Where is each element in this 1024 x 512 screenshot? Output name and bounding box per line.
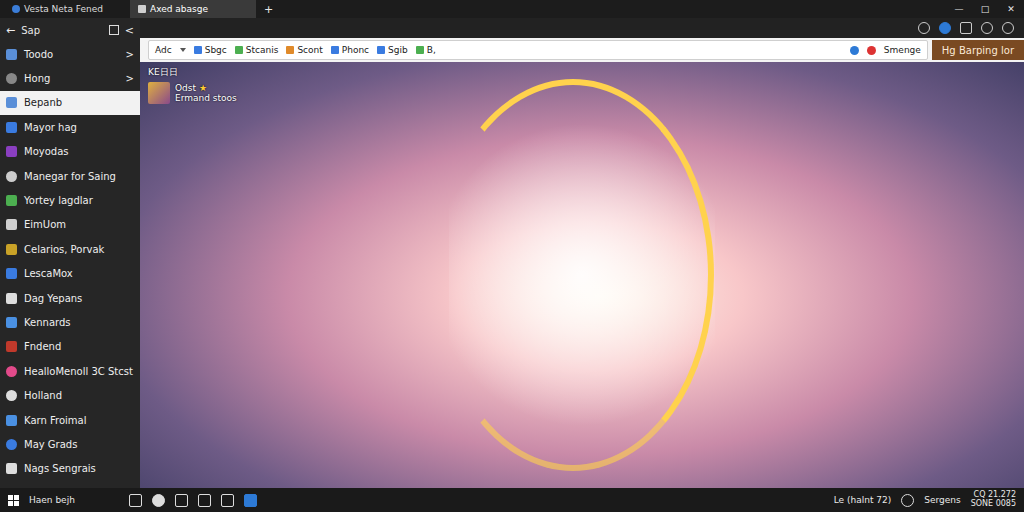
artwork: KE日日Odst ★Ermand stoos bbox=[140, 62, 1024, 488]
light-burst bbox=[449, 105, 714, 446]
title-bar: Vesta Neta FenedAxed abasge+ —□✕ bbox=[0, 0, 1024, 18]
app-icon[interactable] bbox=[152, 494, 165, 507]
site-icon bbox=[138, 5, 146, 13]
sidebar-item[interactable]: May Grads bbox=[0, 432, 140, 456]
chevron-icon: > bbox=[126, 73, 134, 84]
sidebar-item[interactable]: Dag Yepans bbox=[0, 286, 140, 310]
globe-icon[interactable] bbox=[939, 22, 951, 34]
sidebar-item[interactable]: Moyodas bbox=[0, 140, 140, 164]
panel-icon[interactable] bbox=[109, 25, 119, 35]
menu-button[interactable]: Smenge bbox=[884, 45, 921, 55]
bookmark-icon bbox=[331, 46, 339, 54]
item-icon bbox=[6, 97, 17, 108]
bookmark[interactable]: Stcanis bbox=[235, 45, 279, 55]
item-icon bbox=[6, 439, 17, 450]
sidebar-item[interactable]: HealloMenoll 3C Stcst bbox=[0, 359, 140, 383]
main-area: AdcSbgcStcanisScontPhoncSgibB,SmengeHg B… bbox=[140, 18, 1024, 488]
new-tab-button[interactable]: + bbox=[256, 3, 281, 16]
dropdown-icon bbox=[180, 48, 186, 52]
chevron-icon: > bbox=[126, 49, 134, 60]
sidebar-item[interactable]: Hong> bbox=[0, 66, 140, 90]
bookmark-field[interactable]: AdcSbgcStcanisScontPhoncSgibB,Smenge bbox=[148, 40, 928, 60]
avatar-icon bbox=[148, 82, 170, 104]
sidebar-item[interactable]: LescaMox bbox=[0, 262, 140, 286]
item-icon bbox=[6, 341, 17, 352]
app-icon[interactable] bbox=[221, 494, 234, 507]
collapse-button[interactable]: < bbox=[125, 24, 134, 37]
sidebar-item[interactable]: Kennards bbox=[0, 310, 140, 334]
user-icon bbox=[901, 494, 914, 507]
sidebar-title: Sap bbox=[21, 25, 40, 36]
item-icon bbox=[6, 195, 17, 206]
info-icon[interactable] bbox=[918, 22, 930, 34]
site-icon bbox=[12, 5, 20, 13]
item-icon bbox=[6, 463, 17, 474]
tray-user[interactable]: Sergens bbox=[924, 495, 960, 505]
item-icon bbox=[6, 49, 17, 60]
bookmark-icon bbox=[377, 46, 385, 54]
slash-arc bbox=[432, 79, 714, 471]
item-icon bbox=[6, 122, 17, 133]
channel-overlay: KE日日Odst ★Ermand stoos bbox=[148, 66, 237, 104]
app-icon[interactable] bbox=[198, 494, 211, 507]
bookmark[interactable]: Sgib bbox=[377, 45, 408, 55]
window-control-button[interactable]: ✕ bbox=[998, 4, 1024, 14]
item-icon bbox=[6, 415, 17, 426]
bookmark-icon bbox=[194, 46, 202, 54]
bookmark-icon bbox=[286, 46, 294, 54]
item-icon bbox=[6, 146, 17, 157]
toolbar bbox=[140, 18, 1024, 38]
bookmark[interactable]: B, bbox=[416, 45, 436, 55]
sidebar-item[interactable]: EimUom bbox=[0, 213, 140, 237]
window-control-button[interactable]: — bbox=[946, 4, 972, 14]
taskbar: Haen bejh Le (halnt 72) Sergens CQ 21.272SO… bbox=[0, 488, 1024, 512]
browser-tab[interactable]: Axed abasge bbox=[130, 0, 256, 18]
item-icon bbox=[6, 390, 17, 401]
sidebar-nav: ← Sap < bbox=[0, 18, 140, 42]
stop-icon[interactable] bbox=[867, 46, 876, 55]
bookmark[interactable]: Scont bbox=[286, 45, 322, 55]
sidebar-item[interactable]: Bepanb bbox=[0, 91, 140, 115]
bookmark[interactable]: Phonc bbox=[331, 45, 369, 55]
tray-status[interactable]: Le (halnt 72) bbox=[834, 495, 892, 505]
item-icon bbox=[6, 268, 17, 279]
clock[interactable]: CQ 21.272SONE 0085 bbox=[971, 491, 1016, 509]
sidebar-item[interactable]: Mayor hag bbox=[0, 115, 140, 139]
bookmark-icon bbox=[235, 46, 243, 54]
sidebar-item[interactable]: Holland bbox=[0, 383, 140, 407]
settings-icon[interactable] bbox=[960, 22, 972, 34]
shield-icon[interactable] bbox=[981, 22, 993, 34]
taskbar-search[interactable]: Haen bejh bbox=[29, 495, 119, 505]
sidebar-item[interactable]: Celarios, Porvak bbox=[0, 237, 140, 261]
item-icon bbox=[6, 366, 17, 377]
sidebar-item[interactable]: Yortey lagdlar bbox=[0, 188, 140, 212]
item-icon bbox=[6, 171, 17, 182]
profile-icon[interactable] bbox=[1002, 22, 1014, 34]
sidebar: ←Sap<Toodo>Hong>BepanbMayor hagMoyodasMa… bbox=[0, 18, 140, 488]
browser-window: Vesta Neta FenedAxed abasge+ —□✕ ← Sap < Tood… bbox=[0, 0, 1024, 512]
app-icon[interactable] bbox=[175, 494, 188, 507]
bookmark[interactable]: Sbgc bbox=[194, 45, 227, 55]
back-button[interactable]: ← bbox=[6, 24, 15, 37]
bookmark-icon bbox=[416, 46, 424, 54]
window-control-button[interactable]: □ bbox=[972, 4, 998, 14]
sidebar-item[interactable]: Toodo> bbox=[0, 42, 140, 66]
sidebar-item[interactable]: Fndend bbox=[0, 335, 140, 359]
item-icon bbox=[6, 317, 17, 328]
item-icon bbox=[6, 244, 17, 255]
sidebar-item[interactable]: Karn Froimal bbox=[0, 408, 140, 432]
browser-app-icon[interactable] bbox=[244, 494, 257, 507]
item-icon bbox=[6, 293, 17, 304]
sidebar-item[interactable]: Manegar for Saing bbox=[0, 164, 140, 188]
action-button[interactable]: Hg Barping lor bbox=[932, 40, 1024, 60]
item-icon bbox=[6, 219, 17, 230]
browser-tab[interactable]: Vesta Neta Fened bbox=[4, 0, 130, 18]
task-view-icon[interactable] bbox=[129, 494, 142, 507]
windows-start-icon[interactable] bbox=[8, 495, 19, 506]
bookmarks-bar: AdcSbgcStcanisScontPhoncSgibB,SmengeHg B… bbox=[140, 38, 1024, 62]
sidebar-item[interactable]: Nags Sengrais bbox=[0, 457, 140, 481]
item-icon bbox=[6, 73, 17, 84]
refresh-icon[interactable] bbox=[850, 46, 859, 55]
